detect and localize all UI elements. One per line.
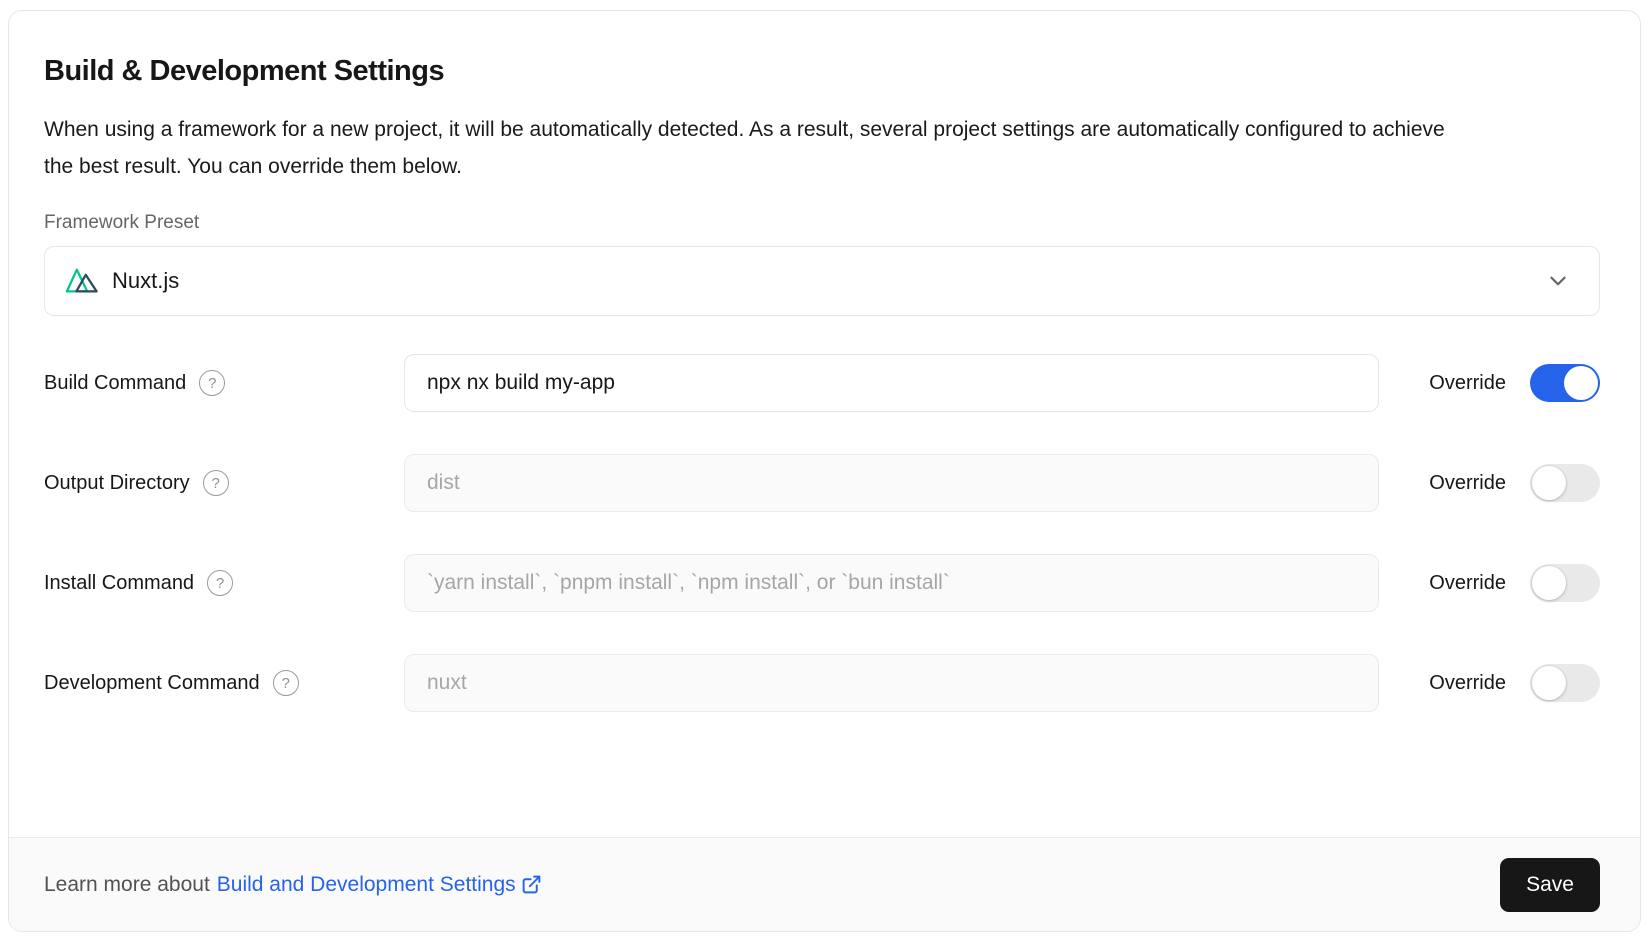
build-command-override-toggle[interactable] xyxy=(1530,364,1600,402)
settings-rows: Build Command ? Override Output Director… xyxy=(44,354,1600,712)
build-dev-settings-card: Build & Development Settings When using … xyxy=(8,10,1641,932)
question-circle-icon[interactable]: ? xyxy=(273,670,299,696)
output-directory-override-group: Override xyxy=(1429,464,1600,502)
output-directory-override-toggle[interactable] xyxy=(1530,464,1600,502)
output-directory-label: Output Directory xyxy=(44,472,190,495)
development-command-label-wrap: Development Command ? xyxy=(44,670,404,696)
output-directory-input[interactable] xyxy=(404,454,1379,512)
build-command-override-group: Override xyxy=(1429,364,1600,402)
development-command-label: Development Command xyxy=(44,672,260,695)
framework-preset-label: Framework Preset xyxy=(44,212,1600,234)
override-label: Override xyxy=(1429,572,1506,595)
save-button[interactable]: Save xyxy=(1500,858,1600,912)
build-command-label: Build Command xyxy=(44,372,186,395)
settings-description: When using a framework for a new project… xyxy=(44,111,1456,185)
output-directory-label-wrap: Output Directory ? xyxy=(44,470,404,496)
development-command-input[interactable] xyxy=(404,654,1379,712)
nuxt-logo-icon xyxy=(65,266,99,296)
toggle-knob xyxy=(1532,466,1566,500)
external-link-icon xyxy=(521,874,542,895)
development-command-row: Development Command ? Override xyxy=(44,654,1600,712)
learn-more-prefix: Learn more about xyxy=(44,873,210,897)
framework-preset-select[interactable]: Nuxt.js xyxy=(44,246,1600,316)
toggle-knob xyxy=(1532,566,1566,600)
override-label: Override xyxy=(1429,372,1506,395)
build-command-label-wrap: Build Command ? xyxy=(44,370,404,396)
question-circle-icon[interactable]: ? xyxy=(203,470,229,496)
override-label: Override xyxy=(1429,672,1506,695)
card-footer: Learn more about Build and Development S… xyxy=(9,837,1640,931)
output-directory-row: Output Directory ? Override xyxy=(44,454,1600,512)
learn-more-link-label: Build and Development Settings xyxy=(217,873,516,897)
chevron-down-icon xyxy=(1545,268,1571,294)
override-label: Override xyxy=(1429,472,1506,495)
toggle-knob xyxy=(1564,366,1598,400)
build-dev-settings-link[interactable]: Build and Development Settings xyxy=(217,873,542,897)
question-circle-icon[interactable]: ? xyxy=(199,370,225,396)
learn-more-text: Learn more about Build and Development S… xyxy=(44,873,542,897)
install-command-label-wrap: Install Command ? xyxy=(44,570,404,596)
install-command-row: Install Command ? Override xyxy=(44,554,1600,612)
build-command-input[interactable] xyxy=(404,354,1379,412)
card-content: Build & Development Settings When using … xyxy=(9,11,1640,837)
build-command-row: Build Command ? Override xyxy=(44,354,1600,412)
page-title: Build & Development Settings xyxy=(44,55,1600,88)
install-command-label: Install Command xyxy=(44,572,194,595)
development-command-override-group: Override xyxy=(1429,664,1600,702)
install-command-input[interactable] xyxy=(404,554,1379,612)
development-command-override-toggle[interactable] xyxy=(1530,664,1600,702)
install-command-override-group: Override xyxy=(1429,564,1600,602)
question-circle-icon[interactable]: ? xyxy=(207,570,233,596)
toggle-knob xyxy=(1532,666,1566,700)
framework-preset-value: Nuxt.js xyxy=(112,268,179,294)
install-command-override-toggle[interactable] xyxy=(1530,564,1600,602)
